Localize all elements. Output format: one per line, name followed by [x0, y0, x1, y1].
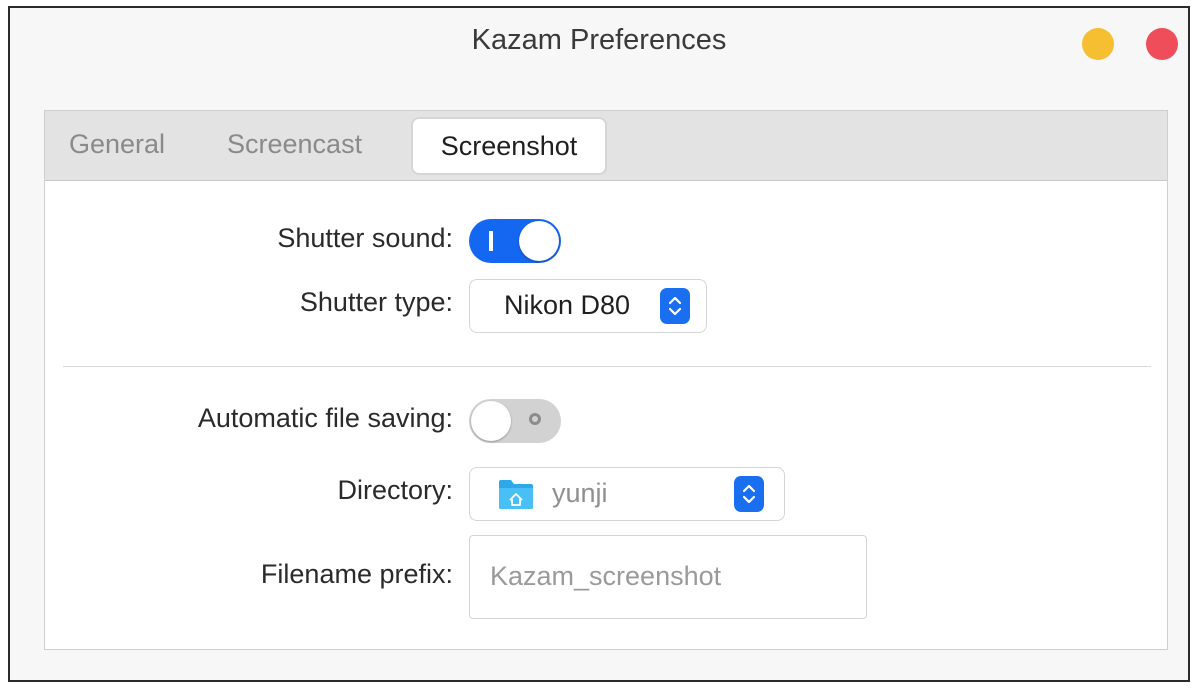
shutter-type-stepper[interactable] — [660, 288, 690, 324]
updown-chevron-icon — [742, 484, 756, 504]
auto-save-label: Automatic file saving: — [197, 403, 453, 433]
directory-select[interactable]: yunji — [469, 467, 785, 521]
toggle-on-mark-icon — [489, 231, 493, 251]
tab-general[interactable]: General — [69, 129, 165, 160]
shutter-type-select[interactable]: Nikon D80 — [469, 279, 707, 333]
tab-bar: General Screencast Screenshot — [45, 111, 1167, 181]
shutter-sound-toggle[interactable] — [469, 219, 561, 263]
window-title: Kazam Preferences — [471, 24, 727, 56]
close-button[interactable] — [1146, 28, 1178, 60]
folder-home-icon — [499, 480, 533, 509]
preferences-panel: General Screencast Screenshot Shutter so… — [44, 110, 1168, 650]
directory-value: yunji — [552, 478, 608, 508]
section-divider — [63, 366, 1151, 367]
toggle-knob — [519, 221, 559, 261]
filename-prefix-input[interactable]: Kazam_screenshot — [469, 535, 867, 619]
title-bar: Kazam Preferences — [10, 8, 1188, 78]
shutter-type-value: Nikon D80 — [504, 290, 631, 320]
directory-stepper[interactable] — [734, 476, 764, 512]
directory-label: Directory: — [337, 475, 453, 505]
preferences-window: Kazam Preferences General Screencast Scr… — [8, 6, 1190, 682]
shutter-sound-label: Shutter sound: — [277, 223, 453, 253]
auto-save-toggle[interactable] — [469, 399, 561, 443]
updown-chevron-icon — [668, 296, 682, 316]
tab-screenshot[interactable]: Screenshot — [411, 117, 607, 175]
shutter-type-label: Shutter type: — [299, 287, 453, 317]
toggle-knob — [471, 401, 511, 441]
toggle-off-mark-icon — [529, 413, 541, 425]
tab-screencast[interactable]: Screencast — [227, 129, 362, 160]
minimize-button[interactable] — [1082, 28, 1114, 60]
filename-prefix-label: Filename prefix: — [260, 559, 453, 589]
